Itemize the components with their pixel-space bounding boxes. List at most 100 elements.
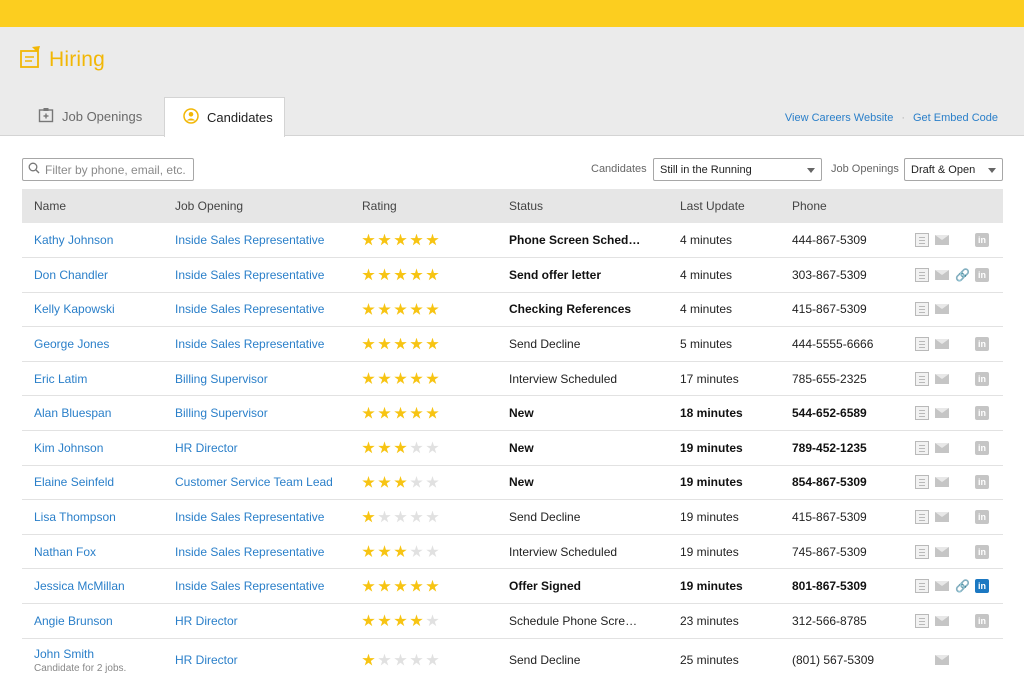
job-opening-link[interactable]: Inside Sales Representative (175, 302, 324, 316)
star-icon[interactable] (410, 268, 423, 281)
star-rating[interactable] (362, 441, 497, 454)
star-icon[interactable] (394, 233, 407, 246)
email-icon[interactable] (935, 477, 949, 488)
star-rating[interactable] (362, 337, 497, 351)
table-row[interactable]: Kim Johnson HR Director New 19 minutes 789-4… (22, 431, 1003, 466)
star-icon[interactable] (394, 302, 407, 315)
status-cell[interactable]: Send Decline (497, 500, 668, 535)
candidate-name-link[interactable]: John Smith (34, 647, 94, 661)
resume-icon[interactable] (915, 579, 929, 594)
star-icon[interactable] (362, 406, 375, 419)
status-cell[interactable]: Interview Scheduled (497, 361, 668, 396)
resume-icon[interactable] (915, 371, 929, 386)
star-rating[interactable] (362, 510, 497, 524)
star-icon[interactable] (410, 441, 423, 454)
status-cell[interactable]: New (497, 396, 668, 431)
linkedin-icon[interactable]: in (975, 337, 989, 352)
table-row[interactable]: Kathy Johnson Inside Sales Representative… (22, 223, 1003, 258)
star-icon[interactable] (410, 545, 423, 557)
candidate-name-link[interactable]: Lisa Thompson (34, 510, 116, 524)
linkedin-icon[interactable]: in (975, 475, 989, 490)
star-icon[interactable] (394, 579, 407, 592)
resume-icon[interactable] (915, 337, 929, 352)
job-opening-link[interactable]: Inside Sales Representative (175, 233, 324, 247)
linkedin-icon[interactable]: in (975, 579, 989, 594)
star-icon[interactable] (394, 545, 407, 557)
star-icon[interactable] (362, 510, 375, 523)
status-cell[interactable]: Send offer letter (497, 258, 668, 293)
star-icon[interactable] (410, 233, 423, 246)
table-row[interactable]: Don Chandler Inside Sales Representative S… (22, 258, 1003, 293)
star-icon[interactable] (426, 268, 439, 281)
candidate-name-link[interactable]: Jessica McMillan (34, 579, 125, 593)
star-icon[interactable] (378, 579, 391, 592)
job-opening-link[interactable]: Inside Sales Representative (175, 579, 324, 593)
star-icon[interactable] (426, 233, 439, 246)
star-icon[interactable] (410, 302, 423, 315)
column-header-name[interactable]: Name (22, 189, 163, 223)
job-opening-link[interactable]: Inside Sales Representative (175, 337, 324, 351)
job-opening-link[interactable]: Inside Sales Representative (175, 545, 324, 559)
tab-candidates[interactable]: Candidates (164, 97, 285, 137)
job-opening-link[interactable]: HR Director (175, 653, 238, 667)
star-icon[interactable] (378, 475, 391, 488)
column-header-last-update[interactable]: Last Update (668, 189, 780, 223)
star-icon[interactable] (426, 406, 439, 419)
star-icon[interactable] (426, 653, 439, 666)
table-row[interactable]: George Jones Inside Sales Representative S… (22, 327, 1003, 362)
star-icon[interactable] (362, 441, 375, 454)
email-icon[interactable] (935, 269, 949, 280)
candidate-name-link[interactable]: Kelly Kapowski (34, 302, 115, 316)
table-row[interactable]: Eric Latim Billing Supervisor Interview Sc… (22, 361, 1003, 396)
resume-icon[interactable] (915, 440, 929, 455)
star-icon[interactable] (362, 475, 375, 488)
candidate-name-link[interactable]: Kim Johnson (34, 441, 103, 455)
star-icon[interactable] (378, 545, 391, 557)
tab-job-openings[interactable]: Job Openings (20, 97, 160, 136)
linkedin-icon[interactable]: in (975, 510, 989, 525)
status-cell[interactable]: Send Decline (497, 327, 668, 362)
star-icon[interactable] (394, 653, 407, 666)
resume-icon[interactable] (915, 267, 929, 282)
linkedin-icon[interactable]: in (975, 267, 989, 282)
star-rating[interactable] (362, 614, 497, 627)
star-icon[interactable] (426, 545, 439, 557)
star-icon[interactable] (362, 337, 375, 350)
star-icon[interactable] (426, 302, 439, 315)
star-icon[interactable] (362, 233, 375, 246)
star-icon[interactable] (394, 337, 407, 350)
linkedin-icon[interactable]: in (975, 371, 989, 386)
star-icon[interactable] (410, 579, 423, 592)
candidate-name-link[interactable]: Nathan Fox (34, 545, 96, 559)
status-cell[interactable]: Phone Screen Sched… (497, 223, 668, 258)
star-icon[interactable] (378, 441, 391, 454)
job-opening-link[interactable]: HR Director (175, 441, 238, 455)
resume-icon[interactable] (915, 544, 929, 559)
linkedin-icon[interactable]: in (975, 440, 989, 455)
job-opening-link[interactable]: Billing Supervisor (175, 372, 268, 386)
star-rating[interactable] (362, 545, 497, 558)
star-rating[interactable] (362, 406, 497, 420)
star-icon[interactable] (410, 653, 423, 666)
star-icon[interactable] (394, 268, 407, 281)
candidates-select[interactable]: Still in the Running (653, 158, 822, 181)
star-icon[interactable] (378, 268, 391, 281)
star-rating[interactable] (362, 372, 497, 385)
star-icon[interactable] (378, 406, 391, 419)
table-row[interactable]: John Smith Candidate for 2 jobs. HR Direct… (22, 638, 1003, 678)
job-opening-link[interactable]: Inside Sales Representative (175, 510, 324, 524)
linkedin-icon[interactable]: in (975, 406, 989, 421)
column-header-rating[interactable]: Rating (350, 189, 497, 223)
candidate-name-link[interactable]: Don Chandler (34, 268, 108, 282)
star-icon[interactable] (362, 372, 375, 385)
star-icon[interactable] (426, 372, 439, 385)
star-icon[interactable] (378, 653, 391, 666)
star-icon[interactable] (410, 337, 423, 350)
star-icon[interactable] (362, 545, 375, 557)
star-icon[interactable] (410, 510, 423, 523)
star-icon[interactable] (426, 579, 439, 592)
resume-icon[interactable] (915, 613, 929, 628)
status-cell[interactable]: New (497, 465, 668, 500)
status-cell[interactable]: Interview Scheduled (497, 534, 668, 569)
resume-icon[interactable] (915, 406, 929, 421)
